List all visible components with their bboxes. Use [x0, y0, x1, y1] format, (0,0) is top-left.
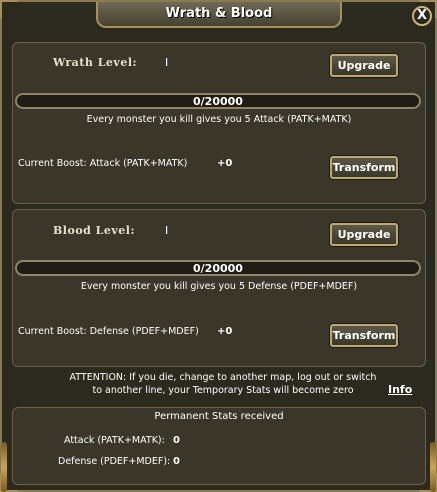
- wrath-boost-value: +0: [217, 158, 233, 169]
- blood-boost-label: Current Boost: Defense (PDEF+MDEF): [18, 326, 199, 337]
- blood-progress-text: 0/20000: [193, 262, 243, 275]
- wrath-boost-label: Current Boost: Attack (PATK+MATK): [18, 158, 188, 169]
- attention-line-2: to another line, your Temporary Stats wi…: [92, 385, 354, 396]
- permanent-defense-value: 0: [173, 456, 180, 467]
- blood-progress-bar: 0/20000: [15, 260, 421, 276]
- wrath-panel: Wrath Level: I Upgrade 0/20000 Every mon…: [12, 42, 426, 204]
- wrath-progress-text: 0/20000: [193, 95, 243, 108]
- wrath-transform-button[interactable]: Transform: [330, 156, 398, 179]
- blood-boost-value: +0: [217, 326, 233, 337]
- permanent-defense-label: Defense (PDEF+MDEF):: [58, 456, 171, 467]
- wrath-level-value: I: [165, 56, 169, 69]
- attention-line-1: ATTENTION: If you die, change to another…: [69, 372, 377, 383]
- blood-description: Every monster you kill gives you 5 Defen…: [80, 281, 358, 292]
- blood-panel: Blood Level: I Upgrade 0/20000 Every mon…: [12, 209, 426, 367]
- wrath-upgrade-button[interactable]: Upgrade: [330, 54, 398, 77]
- info-link[interactable]: Info: [388, 383, 412, 396]
- permanent-attack-label: Attack (PATK+MATK):: [64, 435, 165, 446]
- wrath-progress-bar: 0/20000: [15, 93, 421, 109]
- wrath-description: Every monster you kill gives you 5 Attac…: [86, 114, 352, 125]
- permanent-attack-value: 0: [173, 435, 180, 446]
- wrath-level-label: Wrath Level:: [53, 56, 138, 69]
- frame-ornament: [430, 442, 436, 492]
- frame-ornament: [1, 442, 7, 492]
- close-icon[interactable]: X: [412, 6, 432, 26]
- blood-level-value: I: [165, 224, 169, 237]
- window-title: Wrath & Blood: [96, 2, 342, 28]
- wrath-blood-window: Wrath & Blood X Wrath Level: I Upgrade 0…: [0, 0, 437, 492]
- attention-notice: ATTENTION: If you die, change to another…: [64, 371, 382, 397]
- blood-upgrade-button[interactable]: Upgrade: [330, 223, 398, 246]
- frame-corner: [0, 0, 18, 18]
- blood-level-label: Blood Level:: [53, 224, 136, 237]
- permanent-stats-panel: Permanent Stats received Attack (PATK+MA…: [12, 407, 426, 485]
- blood-transform-button[interactable]: Transform: [330, 324, 398, 347]
- permanent-stats-title: Permanent Stats received: [154, 411, 284, 422]
